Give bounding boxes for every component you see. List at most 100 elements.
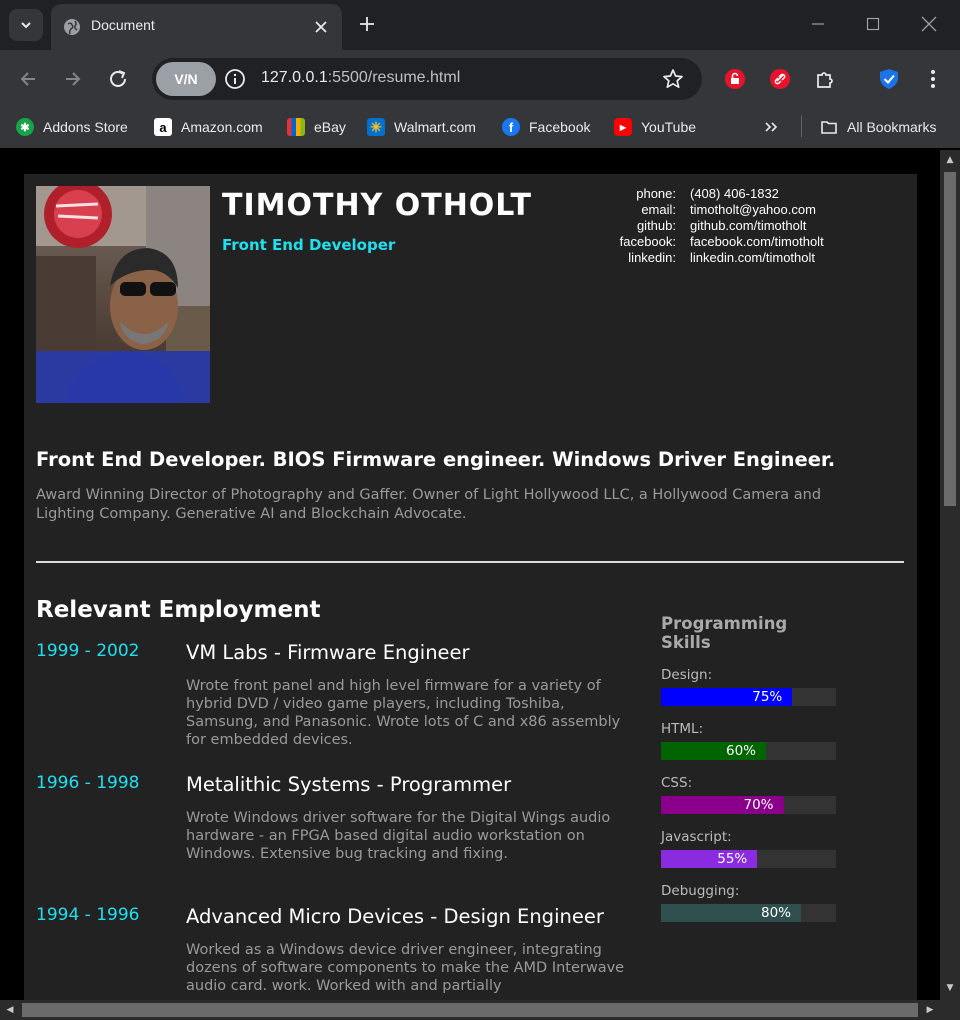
all-bookmarks-label: All Bookmarks	[847, 119, 937, 135]
maximize-button[interactable]	[861, 12, 885, 36]
contact-row-linkedin: linkedin: linkedin.com/timotholt	[584, 250, 824, 266]
skill-bar-fill: 70%	[661, 796, 784, 814]
page-viewport: TIMOTHY OTHOLT Front End Developer phone…	[0, 150, 940, 1000]
skill-list: Design: 75% HTML: 60% CSS: 70% Javascript: 55% D…	[661, 667, 841, 922]
skill-item: CSS: 70%	[661, 775, 841, 814]
skill-item: Design: 75%	[661, 667, 841, 706]
skill-name: HTML:	[661, 721, 704, 737]
contact-label: phone:	[636, 186, 676, 201]
skill-bar-fill: 55%	[661, 850, 758, 868]
skill-bar-track: 55%	[661, 850, 836, 868]
close-tab-icon[interactable]	[310, 16, 332, 38]
bookmark-walmart[interactable]: ✳ Walmart.com	[367, 117, 476, 137]
bookmark-amazon[interactable]: a Amazon.com	[154, 117, 263, 137]
vertical-scrollbar[interactable]: ▲ ▼	[940, 150, 960, 1000]
youtube-icon: ▶	[614, 118, 632, 136]
tab-document[interactable]: Document	[51, 4, 342, 50]
close-window-button[interactable]	[917, 12, 941, 36]
contact-label: email:	[641, 202, 676, 217]
employment-heading: Relevant Employment	[36, 597, 321, 623]
profile-photo-image	[36, 186, 210, 403]
skills-panel: Programming Skills Design: 75% HTML: 60% CSS…	[661, 614, 841, 922]
bookmark-label: Facebook	[529, 119, 591, 135]
back-button[interactable]	[13, 64, 43, 94]
arrow-left-icon	[20, 72, 35, 86]
skill-name: Javascript:	[661, 829, 732, 845]
browser-toolbar: V/N 127.0.0.1:5500/resume.html	[0, 50, 960, 108]
bookmark-label: YouTube	[641, 119, 697, 135]
profile-summary: Award Winning Director of Photography an…	[36, 487, 822, 522]
contact-row-email: email: timotholt@yahoo.com	[584, 202, 824, 218]
vpn-badge[interactable]: V/N	[156, 62, 216, 96]
reload-button[interactable]	[103, 64, 133, 94]
contact-row-facebook: facebook: facebook.com/timotholt	[584, 234, 824, 250]
profile-name: TIMOTHY OTHOLT	[222, 188, 532, 223]
bookmark-facebook[interactable]: f Facebook	[502, 117, 590, 137]
chevron-down-icon	[21, 22, 31, 29]
skill-bar-track: 60%	[661, 742, 836, 760]
more-bookmarks-button[interactable]	[763, 117, 779, 137]
skill-name: CSS:	[661, 775, 693, 791]
bookmark-label: Amazon.com	[181, 119, 263, 135]
contact-label: facebook:	[619, 234, 676, 249]
shield-icon[interactable]	[878, 68, 900, 90]
profile-photo	[36, 186, 210, 403]
ebay-icon	[287, 118, 305, 136]
horizontal-scrollbar[interactable]: ◀ ▶	[0, 1000, 960, 1020]
scroll-right-arrow-icon[interactable]: ▶	[924, 1004, 936, 1016]
job-title: Metalithic Systems - Programmer	[186, 773, 512, 796]
skill-bar-fill: 75%	[661, 688, 793, 706]
contact-value: linkedin.com/timotholt	[690, 250, 815, 265]
addons-store-icon: ✱	[16, 118, 34, 136]
skill-bar-fill: 60%	[661, 742, 766, 760]
bookmark-ebay[interactable]: eBay	[287, 117, 346, 137]
info-icon[interactable]	[224, 68, 246, 90]
profile-role: Front End Developer	[222, 236, 396, 254]
reload-icon	[110, 70, 126, 87]
link-extension-icon[interactable]	[769, 68, 791, 90]
scroll-up-arrow-icon[interactable]: ▲	[944, 154, 956, 166]
bookmarks-bar: ✱ Addons Store a Amazon.com eBay ✳ Walma…	[0, 108, 960, 148]
minimize-button[interactable]	[806, 12, 830, 36]
horizontal-scroll-thumb[interactable]	[22, 1003, 918, 1017]
job-years: 1994 - 1996	[36, 905, 140, 925]
scroll-left-arrow-icon[interactable]: ◀	[4, 1004, 16, 1016]
more-menu-icon[interactable]	[922, 68, 944, 90]
tab-search-button[interactable]	[9, 9, 43, 41]
amazon-icon: a	[154, 118, 172, 136]
forward-button[interactable]	[58, 64, 88, 94]
job-description: Wrote Windows driver software for the Di…	[186, 810, 611, 862]
walmart-icon: ✳	[367, 118, 385, 136]
contact-value: facebook.com/timotholt	[690, 234, 824, 249]
vpn-label: V/N	[174, 71, 198, 87]
tab-strip: Document	[0, 0, 960, 50]
scroll-down-arrow-icon[interactable]: ▼	[944, 982, 956, 994]
vertical-scroll-thumb[interactable]	[944, 172, 956, 506]
contact-value: github.com/timotholt	[690, 218, 807, 233]
url-text[interactable]: 127.0.0.1:5500/resume.html	[261, 69, 460, 87]
job-description: Worked as a Windows device driver engine…	[186, 942, 625, 994]
arrow-right-icon	[66, 72, 81, 86]
new-tab-button[interactable]	[355, 12, 379, 36]
skills-heading: Programming Skills	[661, 614, 788, 652]
job-years: 1999 - 2002	[36, 641, 140, 661]
profile-headline: Front End Developer. BIOS Firmware engin…	[36, 448, 836, 471]
skill-item: Debugging: 80%	[661, 883, 841, 922]
bookmark-star-icon[interactable]	[662, 68, 684, 90]
lock-extension-icon[interactable]	[724, 68, 746, 90]
skill-bar-track: 75%	[661, 688, 836, 706]
address-bar[interactable]: V/N 127.0.0.1:5500/resume.html	[152, 58, 702, 100]
bookmark-addons-store[interactable]: ✱ Addons Store	[16, 117, 128, 137]
folder-icon	[821, 121, 837, 134]
contact-value: timotholt@yahoo.com	[690, 202, 816, 217]
tab-title: Document	[91, 17, 155, 33]
bookmark-youtube[interactable]: ▶ YouTube	[614, 117, 696, 137]
facebook-icon: f	[502, 118, 520, 136]
globe-icon	[64, 19, 80, 35]
all-bookmarks-button[interactable]: All Bookmarks	[820, 117, 936, 137]
extensions-puzzle-icon[interactable]	[814, 68, 836, 90]
bookmark-label: eBay	[314, 119, 346, 135]
close-icon	[921, 16, 937, 32]
resume-page: TIMOTHY OTHOLT Front End Developer phone…	[24, 174, 917, 1000]
contact-label: linkedin:	[628, 250, 676, 265]
